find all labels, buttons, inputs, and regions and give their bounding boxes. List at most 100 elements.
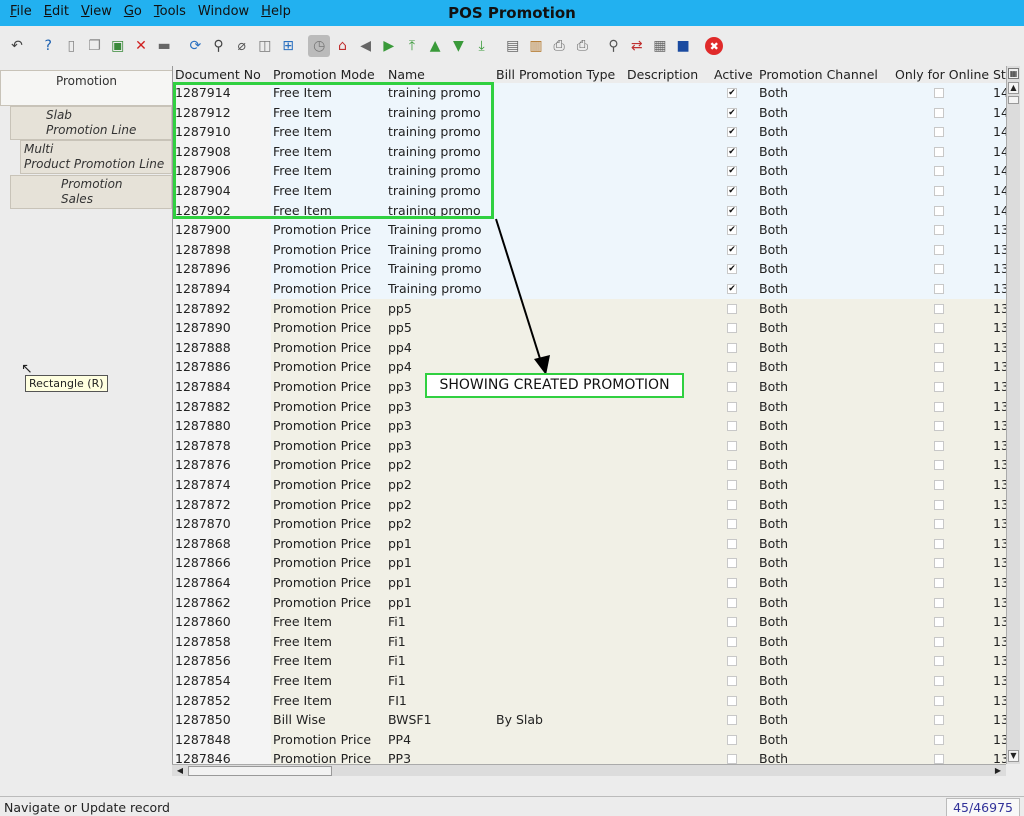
table-row[interactable]: 1287856 Free Item Fi1 Both 13	[173, 651, 1006, 671]
active-checkbox[interactable]	[727, 519, 737, 530]
only-online-checkbox[interactable]	[934, 676, 944, 686]
delete-icon[interactable]: ✕	[130, 35, 152, 57]
only-online-checkbox[interactable]	[934, 284, 944, 294]
active-checkbox[interactable]	[727, 323, 737, 334]
active-checkbox[interactable]	[727, 597, 737, 608]
active-checkbox[interactable]: ✔	[727, 186, 737, 196]
only-online-checkbox[interactable]	[934, 558, 944, 569]
new-icon[interactable]: ▯	[60, 35, 82, 57]
table-row[interactable]: 1287894 Promotion Price Training promo Both…	[173, 279, 1006, 299]
record-count[interactable]: 45/46975	[946, 798, 1020, 816]
table-row[interactable]: 1287872 Promotion Price pp2 Both 13	[173, 494, 1006, 515]
active-checkbox[interactable]	[727, 460, 737, 471]
only-online-checkbox[interactable]	[934, 460, 944, 471]
only-online-checkbox[interactable]	[934, 127, 944, 138]
active-checkbox[interactable]	[727, 362, 737, 373]
table-row[interactable]: 1287866 Promotion Price pp1 Both 13	[173, 553, 1006, 573]
last-record-icon[interactable]: ⤓	[471, 35, 493, 57]
table-row[interactable]: 1287870 Promotion Price pp2 Both 13	[173, 514, 1006, 534]
archive-icon[interactable]: ▥	[525, 35, 547, 57]
previous-record-icon[interactable]: ▲	[424, 35, 446, 57]
active-checkbox[interactable]: ✔	[727, 88, 737, 98]
only-online-checkbox[interactable]	[934, 480, 944, 490]
vertical-scroll-thumb[interactable]	[1008, 96, 1019, 104]
tab-promotion-sales[interactable]: Promotion Sales	[10, 175, 172, 209]
table-row[interactable]: 1287848 Promotion Price PP4 Both 13	[173, 729, 1006, 750]
refresh-icon[interactable]: ⟳	[184, 35, 206, 57]
table-row[interactable]: 1287880 Promotion Price pp3 Both 13	[173, 416, 1006, 436]
only-online-checkbox[interactable]	[934, 382, 944, 392]
grid-toggle-icon[interactable]: ⊞	[277, 35, 299, 57]
scroll-down-icon[interactable]: ▼	[1008, 750, 1019, 762]
active-checkbox[interactable]: ✔	[727, 284, 737, 294]
only-online-checkbox[interactable]	[934, 244, 944, 255]
only-online-checkbox[interactable]	[934, 734, 944, 745]
only-online-checkbox[interactable]	[934, 342, 944, 353]
table-row[interactable]: 1287896 Promotion Price Training promo Both…	[173, 259, 1006, 279]
scroll-up-icon[interactable]: ▲	[1008, 82, 1019, 94]
menu-tools[interactable]: Tools	[148, 4, 192, 19]
table-row[interactable]: 1287888 Promotion Price pp4 Both 13	[173, 337, 1006, 358]
table-row[interactable]: 1287868 Promotion Price pp1 Both 13	[173, 533, 1006, 554]
active-checkbox[interactable]: ✔	[727, 244, 737, 255]
only-online-checkbox[interactable]	[934, 440, 944, 451]
table-row[interactable]: 1287854 Free Item Fi1 Both 13	[173, 671, 1006, 691]
table-row[interactable]: 1287850 Bill Wise BWSF1 By Slab Both 13	[173, 710, 1006, 730]
tab-slab-promotion-line[interactable]: Slab Promotion Line	[10, 106, 172, 140]
next-record-icon[interactable]: ▼	[447, 35, 469, 57]
menu-view[interactable]: View	[75, 4, 118, 19]
col-bill-promotion-type[interactable]: Bill Promotion Type	[496, 67, 615, 82]
active-checkbox[interactable]	[727, 440, 737, 451]
detail-record-icon[interactable]: ▶	[378, 35, 400, 57]
only-online-checkbox[interactable]	[934, 205, 944, 216]
home-icon[interactable]: ⌂	[331, 35, 353, 57]
active-checkbox[interactable]	[727, 636, 737, 647]
active-checkbox[interactable]	[727, 538, 737, 549]
chat-icon[interactable]: ◫	[254, 35, 276, 57]
active-checkbox[interactable]	[727, 578, 737, 588]
menu-file[interactable]: File	[4, 4, 38, 19]
undo-icon[interactable]: ↶	[6, 35, 28, 57]
table-row[interactable]: 1287860 Free Item Fi1 Both 13	[173, 612, 1006, 632]
only-online-checkbox[interactable]	[934, 323, 944, 334]
col-promotion-mode[interactable]: Promotion Mode	[273, 67, 375, 82]
active-checkbox[interactable]: ✔	[727, 264, 737, 275]
table-row[interactable]: 1287862 Promotion Price pp1 Both 13	[173, 592, 1006, 613]
table-row[interactable]: 1287858 Free Item Fi1 Both 13	[173, 631, 1006, 652]
only-online-checkbox[interactable]	[934, 303, 944, 314]
active-checkbox[interactable]	[727, 499, 737, 510]
active-checkbox[interactable]: ✔	[727, 127, 737, 138]
column-chooser-icon[interactable]: ▦	[1008, 68, 1019, 79]
active-checkbox[interactable]: ✔	[727, 107, 737, 118]
active-checkbox[interactable]	[727, 715, 737, 726]
only-online-checkbox[interactable]	[934, 754, 944, 764]
table-row[interactable]: 1287882 Promotion Price pp3 Both 13	[173, 396, 1006, 417]
only-online-checkbox[interactable]	[934, 225, 944, 236]
menu-help[interactable]: Help	[255, 4, 297, 19]
save-disk-icon[interactable]: ▬	[153, 35, 175, 57]
menu-edit[interactable]: Edit	[38, 4, 75, 19]
only-online-checkbox[interactable]	[934, 88, 944, 98]
only-online-checkbox[interactable]	[934, 146, 944, 157]
col-active[interactable]: Active	[714, 67, 753, 82]
active-checkbox[interactable]	[727, 480, 737, 490]
only-online-checkbox[interactable]	[934, 166, 944, 177]
table-row[interactable]: 1287876 Promotion Price pp2 Both 13	[173, 455, 1006, 475]
workflow-icon[interactable]: ⇄	[626, 35, 648, 57]
only-online-checkbox[interactable]	[934, 636, 944, 647]
active-checkbox[interactable]	[727, 401, 737, 412]
only-online-checkbox[interactable]	[934, 421, 944, 432]
only-online-checkbox[interactable]	[934, 538, 944, 549]
parent-record-icon[interactable]: ◀	[355, 35, 377, 57]
table-row[interactable]: 1287846 Promotion Price PP3 Both 13	[173, 749, 1006, 764]
menu-go[interactable]: Go	[118, 4, 148, 19]
report-icon[interactable]: ▤	[502, 35, 524, 57]
active-checkbox[interactable]	[727, 382, 737, 392]
active-checkbox[interactable]	[727, 342, 737, 353]
table-row[interactable]: 1287874 Promotion Price pp2 Both 13	[173, 475, 1006, 495]
print-icon[interactable]: ⎙	[571, 35, 593, 57]
save-icon[interactable]: ▣	[107, 35, 129, 57]
active-checkbox[interactable]	[727, 676, 737, 686]
horizontal-scroll-thumb[interactable]	[188, 766, 332, 776]
horizontal-scrollbar[interactable]: ◀ ▶	[172, 764, 1006, 776]
